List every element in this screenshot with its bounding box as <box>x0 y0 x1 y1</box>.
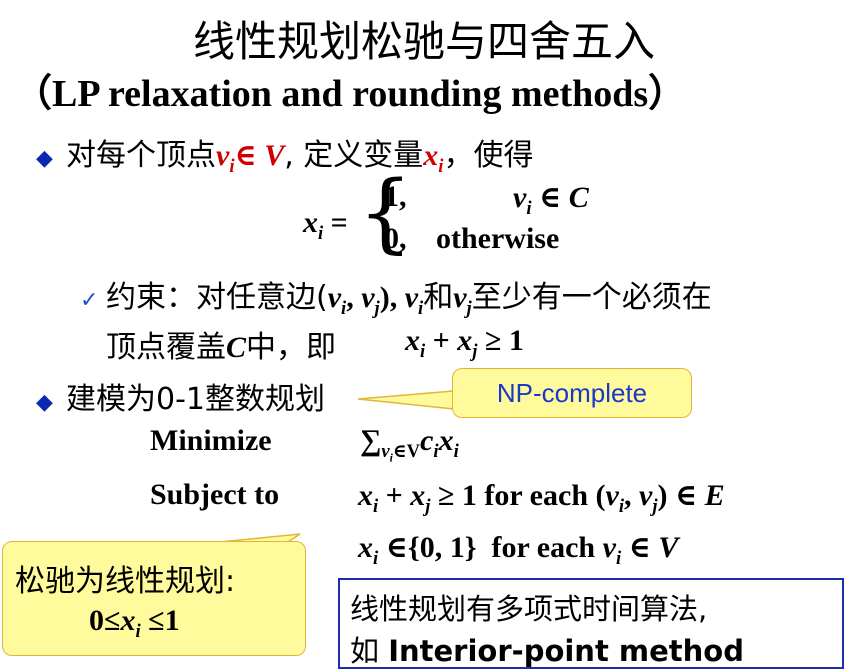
diamond-bullet-icon: ◆ <box>36 390 53 415</box>
page-title: 线性规划松驰与四舍五入 <box>192 17 655 66</box>
cases-lhs: xi = <box>303 206 348 244</box>
subject-to-label: Subject to <box>150 478 280 511</box>
case-row-1: 1, <box>384 180 407 213</box>
page-subtitle: （LP relaxation and rounding methods） <box>14 73 687 115</box>
case-row-2-condition: otherwise <box>436 222 560 255</box>
polynomial-algorithm-note: 线性规划有多项式时间算法, 如 Interior-point method <box>338 578 844 669</box>
lp-relaxation-callout: 松驰为线性规划: 0≤xi ≤1 <box>2 541 306 656</box>
checkmark-icon: ✓ <box>80 288 99 313</box>
bullet-ilp-model: ◆ 建模为0-1整数规划 <box>36 382 325 417</box>
objective-function: ∑vi∈Vcixi <box>360 424 459 465</box>
constraint-inequality: xi + xj ≥ 1 <box>405 324 524 362</box>
bullet-define-variable: ◆ 对每个顶点vi∈ V, 定义变量xi，使得 <box>36 138 534 177</box>
relax-callout-inequality: 0≤xi ≤1 <box>89 604 180 642</box>
edge-constraint: xi + xj ≥ 1 for each (vi, vj) ∈ E <box>358 479 725 517</box>
minimize-label: Minimize <box>150 424 272 457</box>
np-complete-callout: NP-complete <box>452 368 692 418</box>
integrality-constraint: xi ∈{0, 1} for each vi ∈ V <box>358 531 679 569</box>
note-line-2: 如 Interior-point method <box>350 634 744 668</box>
case-row-1-condition: vi ∈ C <box>513 181 589 219</box>
constraint-line-2: 顶点覆盖C中，即 <box>106 330 337 365</box>
diamond-bullet-icon: ◆ <box>36 146 53 171</box>
constraint-line-1: ✓ 约束：对任意边(vi, vj), vi和vj至少有一个必须在 <box>80 280 712 319</box>
case-row-2: 0, <box>384 222 407 255</box>
note-line-1: 线性规划有多项式时间算法, <box>350 592 708 626</box>
relax-callout-line-1: 松驰为线性规划: <box>15 564 236 599</box>
